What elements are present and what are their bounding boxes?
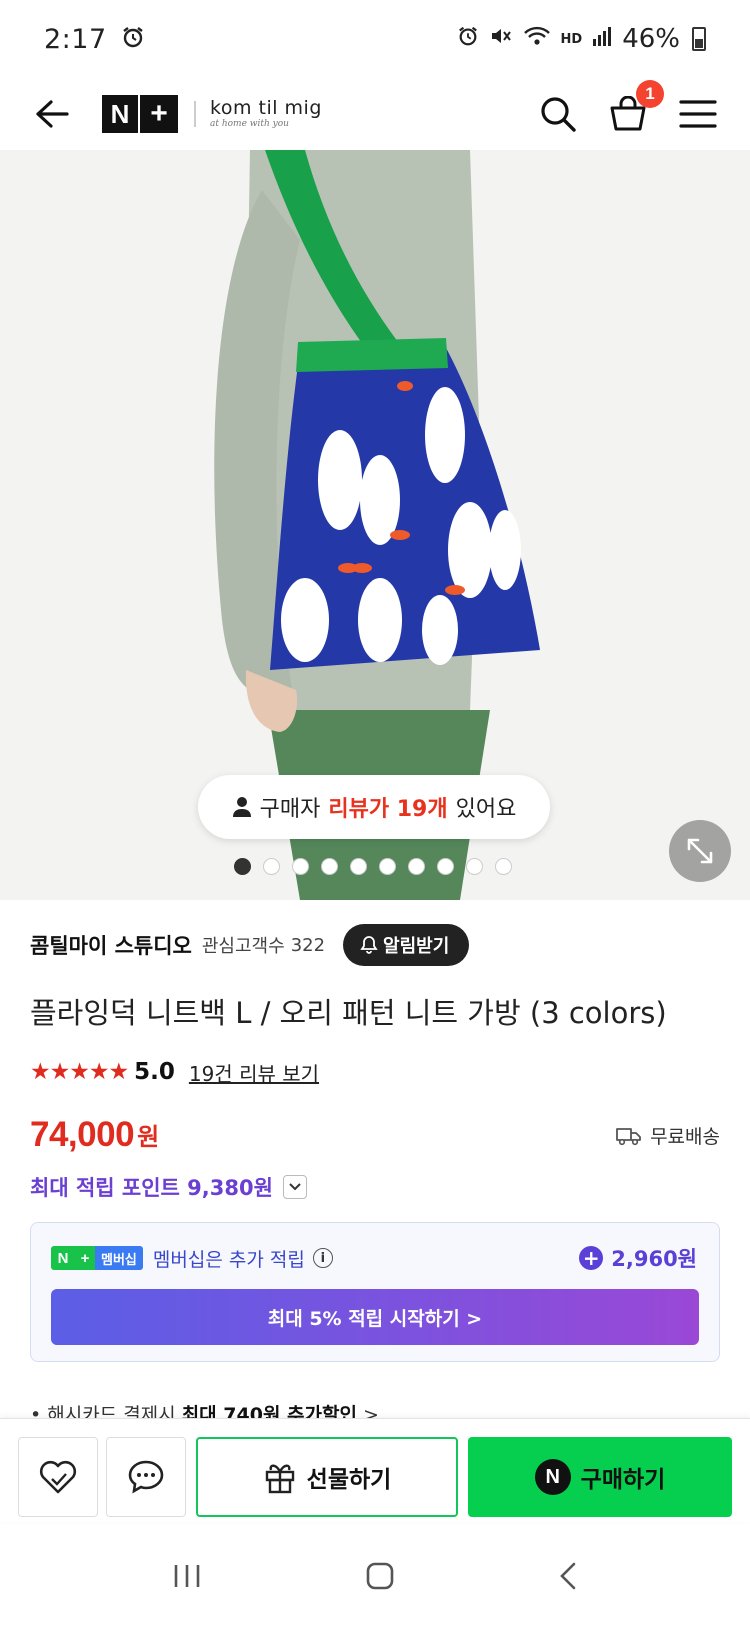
points-expand-button[interactable] xyxy=(282,1175,307,1199)
pagination-dot[interactable] xyxy=(408,858,425,875)
system-nav-bar xyxy=(0,1530,750,1625)
cart-button[interactable]: 1 xyxy=(604,80,664,138)
pagination-dot[interactable] xyxy=(466,858,483,875)
gift-button[interactable]: 선물하기 xyxy=(196,1437,458,1517)
membership-badge: N + 멤버십 xyxy=(51,1246,143,1270)
pagination-dot[interactable] xyxy=(437,858,454,875)
membership-header: N + 멤버십 멤버십은 추가 적립 i + 2,960원 xyxy=(51,1241,697,1275)
header-actions: 1 xyxy=(534,80,722,138)
menu-button[interactable] xyxy=(674,90,722,138)
battery-percent: 46% xyxy=(622,24,680,54)
rating-value: 5.0 xyxy=(134,1059,175,1085)
chat-bubble-icon xyxy=(128,1460,164,1494)
product-title: 플라잉덕 니트백 L / 오리 패턴 니트 가방 (3 colors) xyxy=(30,996,667,1030)
status-icons: HD 46% xyxy=(457,24,706,54)
naver-plus-logo[interactable]: N + xyxy=(102,95,178,133)
back-arrow-icon xyxy=(36,100,69,128)
cart-count-badge: 1 xyxy=(636,80,664,108)
search-icon xyxy=(541,97,576,132)
max-points: 최대 적립 포인트 9,380원 xyxy=(30,1176,273,1200)
chevron-down-icon xyxy=(289,1183,301,1191)
fan-count-label: 관심고객수 xyxy=(201,936,285,957)
membership-text: 멤버십은 추가 적립 xyxy=(152,1248,305,1271)
chevron-left-icon xyxy=(560,1562,576,1589)
review-pill-highlight: 리뷰가 19개 xyxy=(328,797,448,822)
app-header: N + kom til mig at home with you 1 xyxy=(0,78,750,150)
brand-name: kom til mig xyxy=(210,97,322,119)
gallery-pagination xyxy=(0,858,750,875)
status-time: 2:17 xyxy=(44,23,107,55)
plus-circle-icon: + xyxy=(579,1246,604,1270)
notify-label: 알림받기 xyxy=(383,936,450,957)
rating-stars: ★★★★★ xyxy=(30,1059,129,1085)
badge-label: 멤버십 xyxy=(95,1246,143,1270)
pagination-dot[interactable] xyxy=(379,858,396,875)
alarm-small-icon xyxy=(457,24,479,54)
pagination-dot[interactable] xyxy=(234,858,251,875)
recent-apps-button[interactable] xyxy=(172,1563,202,1593)
wifi-icon xyxy=(523,24,551,54)
bottom-action-bar: 선물하기 N 구매하기 xyxy=(0,1418,750,1522)
buy-button[interactable]: N 구매하기 xyxy=(468,1437,732,1517)
points-row[interactable]: 최대 적립 포인트 9,380원 xyxy=(30,1172,307,1202)
mute-icon xyxy=(489,24,513,54)
logo-plus: + xyxy=(140,95,178,133)
back-button[interactable] xyxy=(28,90,76,138)
membership-amount-group: + 2,960원 xyxy=(579,1243,697,1273)
wishlist-button[interactable] xyxy=(18,1437,98,1517)
brand-tagline: at home with you xyxy=(210,119,289,129)
pagination-dot[interactable] xyxy=(292,858,309,875)
npay-icon: N xyxy=(534,1459,571,1495)
rating-row: ★★★★★ 5.0 19건 리뷰 보기 xyxy=(30,1055,319,1089)
notify-button[interactable]: 알림받기 xyxy=(343,924,470,966)
gift-label: 선물하기 xyxy=(306,1467,392,1493)
fan-count-value: 322 xyxy=(290,934,326,956)
membership-start-button[interactable]: 최대 5% 적립 시작하기 > xyxy=(51,1289,699,1345)
system-back-button[interactable] xyxy=(558,1561,578,1595)
brand-logo[interactable]: kom til mig at home with you xyxy=(210,99,322,129)
pagination-dot[interactable] xyxy=(350,858,367,875)
review-link[interactable]: 19건 리뷰 보기 xyxy=(189,1058,319,1087)
home-icon xyxy=(366,1562,394,1589)
brand-divider xyxy=(194,101,196,127)
logo-n: N xyxy=(102,95,138,133)
pagination-dot[interactable] xyxy=(263,858,280,875)
store-row: 콤틸마이 스튜디오 관심고객수 322 알림받기 xyxy=(30,923,470,967)
membership-amount: 2,960원 xyxy=(611,1247,697,1271)
search-button[interactable] xyxy=(534,90,582,138)
review-pill-suffix: 있어요 xyxy=(455,797,517,822)
badge-plus: + xyxy=(75,1246,95,1270)
buy-label: 구매하기 xyxy=(580,1467,666,1493)
battery-icon xyxy=(692,27,706,51)
badge-n: N xyxy=(51,1246,75,1270)
membership-box: N + 멤버십 멤버십은 추가 적립 i + 2,960원 최대 5% 적립 시… xyxy=(30,1222,720,1362)
shipping-label: 무료배송 xyxy=(650,1126,720,1148)
store-name[interactable]: 콤틸마이 스튜디오 xyxy=(30,930,192,960)
review-count-pill[interactable]: 구매자 리뷰가 19개 있어요 xyxy=(198,775,550,839)
pagination-dot[interactable] xyxy=(321,858,338,875)
signal-icon xyxy=(592,24,612,54)
truck-icon xyxy=(616,1127,641,1145)
heart-icon xyxy=(39,1460,77,1494)
price-unit: 원 xyxy=(137,1123,160,1151)
hamburger-menu-icon xyxy=(679,100,717,128)
user-icon xyxy=(232,797,251,817)
pagination-dot[interactable] xyxy=(495,858,512,875)
alarm-icon xyxy=(121,23,145,56)
price-value: 74,000 xyxy=(30,1115,135,1154)
recent-apps-icon xyxy=(174,1564,199,1587)
price-row: 74,000 원 무료배송 xyxy=(30,1115,720,1155)
status-bar: 2:17 HD 46% xyxy=(0,0,750,78)
hd-voice-icon: HD xyxy=(560,31,583,47)
shipping-info: 무료배송 xyxy=(616,1122,720,1149)
review-pill-prefix: 구매자 xyxy=(259,797,321,822)
home-button[interactable] xyxy=(365,1561,395,1595)
info-icon[interactable]: i xyxy=(312,1248,333,1268)
gift-icon xyxy=(265,1464,294,1494)
talk-button[interactable] xyxy=(106,1437,186,1517)
bell-plus-icon xyxy=(360,936,378,954)
